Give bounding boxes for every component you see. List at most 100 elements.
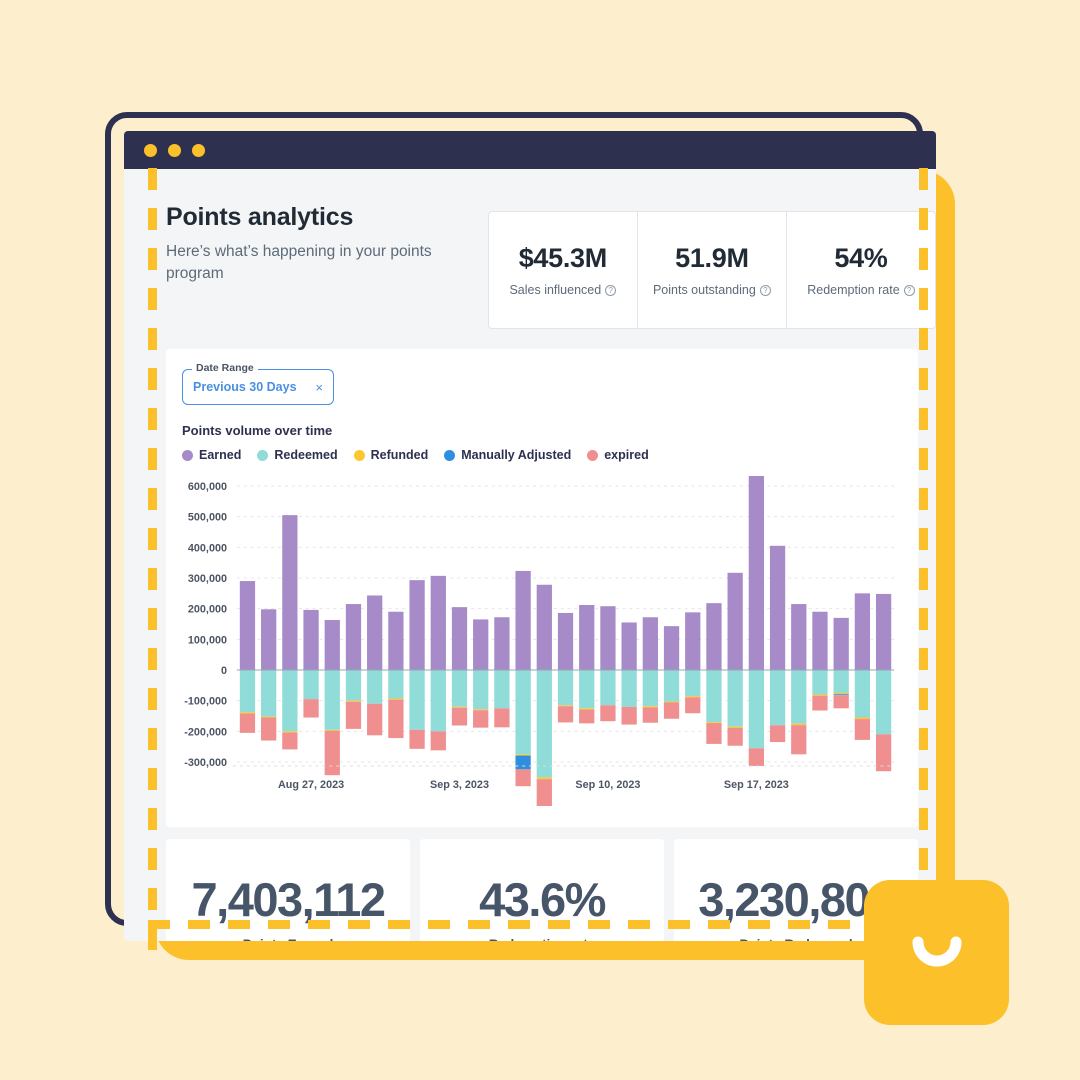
bar-segment-refunded[interactable] (345, 700, 362, 702)
bar-segment-expired[interactable] (600, 705, 616, 722)
bar-segment-redeemed[interactable] (239, 670, 256, 713)
bar-segment-expired[interactable] (557, 706, 574, 723)
bar-segment-earned[interactable] (854, 593, 871, 670)
bar-segment-earned[interactable] (324, 620, 340, 670)
bar-segment-redeemed[interactable] (515, 670, 531, 755)
bar-segment-expired[interactable] (812, 695, 828, 711)
window-dot-minimize-icon[interactable] (168, 143, 181, 157)
bar-segment-refunded[interactable] (451, 706, 468, 708)
bar-segment-refunded[interactable] (282, 731, 298, 733)
bar-segment-expired[interactable] (663, 702, 680, 719)
bar-segment-earned[interactable] (727, 572, 743, 670)
window-dot-close-icon[interactable] (144, 143, 157, 157)
bar-segment-redeemed[interactable] (430, 670, 446, 732)
bar-segment-earned[interactable] (345, 604, 362, 670)
bar-segment-refunded[interactable] (388, 698, 404, 700)
bar-segment-redeemed[interactable] (812, 670, 828, 695)
bar-segment-refunded[interactable] (791, 723, 807, 726)
bar-segment-expired[interactable] (854, 719, 871, 740)
bar-segment-redeemed[interactable] (685, 670, 701, 697)
bar-segment-redeemed[interactable] (324, 670, 340, 730)
bar-segment-redeemed[interactable] (261, 670, 277, 717)
bar-segment-redeemed[interactable] (642, 670, 658, 707)
bar-segment-refunded[interactable] (239, 712, 256, 714)
bar-segment-redeemed[interactable] (367, 670, 383, 704)
question-circle-icon[interactable]: ? (605, 284, 617, 296)
bar-segment-refunded[interactable] (663, 701, 680, 703)
bar-segment-expired[interactable] (282, 732, 298, 750)
bar-segment-earned[interactable] (303, 609, 319, 670)
question-circle-icon[interactable]: ? (903, 284, 915, 296)
bar-segment-expired[interactable] (388, 699, 404, 739)
bar-segment-refunded[interactable] (706, 722, 722, 724)
bar-segment-manually-adjusted[interactable] (833, 694, 849, 696)
question-circle-icon[interactable]: ? (759, 284, 771, 296)
bar-segment-earned[interactable] (515, 570, 531, 670)
window-dot-maximize-icon[interactable] (192, 143, 205, 157)
bar-segment-expired[interactable] (727, 727, 743, 746)
bar-segment-expired[interactable] (367, 703, 383, 736)
bar-segment-redeemed[interactable] (875, 670, 892, 735)
bar-segment-earned[interactable] (536, 584, 552, 670)
bar-segment-earned[interactable] (282, 515, 298, 670)
bar-segment-earned[interactable] (791, 604, 807, 670)
bar-segment-redeemed[interactable] (769, 670, 786, 726)
bar-segment-expired[interactable] (324, 730, 340, 776)
bar-segment-refunded[interactable] (642, 706, 658, 708)
legend-item-expired[interactable]: expired (587, 448, 649, 462)
date-range-filter[interactable]: Date Range Previous 30 Days × (182, 362, 334, 405)
bar-segment-earned[interactable] (706, 603, 722, 670)
bar-segment-earned[interactable] (621, 622, 637, 670)
bar-segment-expired[interactable] (515, 769, 531, 787)
bar-segment-refunded[interactable] (579, 708, 595, 710)
bar-segment-earned[interactable] (600, 606, 616, 670)
bar-segment-refunded[interactable] (473, 709, 489, 711)
bar-segment-expired[interactable] (345, 701, 362, 729)
bar-segment-redeemed[interactable] (579, 670, 595, 709)
bar-segment-redeemed[interactable] (791, 670, 807, 724)
bar-segment-earned[interactable] (473, 619, 489, 670)
bar-segment-earned[interactable] (663, 626, 680, 670)
bar-segment-refunded[interactable] (324, 729, 340, 731)
bar-segment-redeemed[interactable] (473, 670, 489, 710)
bar-segment-redeemed[interactable] (833, 670, 849, 693)
bar-segment-expired[interactable] (536, 779, 552, 806)
bar-segment-earned[interactable] (430, 575, 446, 670)
bar-segment-earned[interactable] (557, 612, 574, 670)
bar-segment-refunded[interactable] (557, 705, 574, 707)
bar-segment-expired[interactable] (621, 706, 637, 725)
bar-segment-refunded[interactable] (515, 754, 531, 756)
bar-segment-earned[interactable] (409, 580, 425, 670)
bar-segment-earned[interactable] (812, 611, 828, 670)
bar-segment-redeemed[interactable] (727, 670, 743, 727)
bar-segment-redeemed[interactable] (388, 670, 404, 699)
bar-segment-earned[interactable] (451, 607, 468, 670)
bar-segment-redeemed[interactable] (536, 670, 552, 778)
bar-segment-expired[interactable] (261, 717, 277, 741)
bar-segment-earned[interactable] (833, 617, 849, 670)
bar-segment-earned[interactable] (239, 581, 256, 670)
legend-item-refunded[interactable]: Refunded (353, 448, 428, 462)
bar-segment-expired[interactable] (769, 725, 786, 743)
bar-segment-manually-adjusted[interactable] (515, 755, 531, 770)
bar-segment-refunded[interactable] (261, 716, 277, 718)
bar-segment-earned[interactable] (494, 617, 510, 670)
bar-segment-expired[interactable] (685, 697, 701, 714)
bar-segment-expired[interactable] (473, 710, 489, 728)
bar-segment-refunded[interactable] (727, 726, 743, 728)
bar-segment-earned[interactable] (261, 609, 277, 670)
legend-item-redeemed[interactable]: Redeemed (257, 448, 338, 462)
close-icon[interactable]: × (315, 380, 323, 395)
bar-segment-earned[interactable] (769, 545, 786, 670)
bar-segment-redeemed[interactable] (748, 670, 764, 749)
bar-segment-redeemed[interactable] (494, 670, 510, 709)
bar-segment-expired[interactable] (791, 725, 807, 755)
bar-segment-redeemed[interactable] (409, 670, 425, 730)
bar-segment-expired[interactable] (451, 707, 468, 726)
bar-segment-earned[interactable] (685, 612, 701, 670)
bar-segment-redeemed[interactable] (621, 670, 637, 707)
bar-segment-expired[interactable] (409, 729, 425, 749)
bar-segment-redeemed[interactable] (663, 670, 680, 702)
bar-segment-earned[interactable] (642, 617, 658, 670)
bar-segment-expired[interactable] (303, 699, 319, 718)
